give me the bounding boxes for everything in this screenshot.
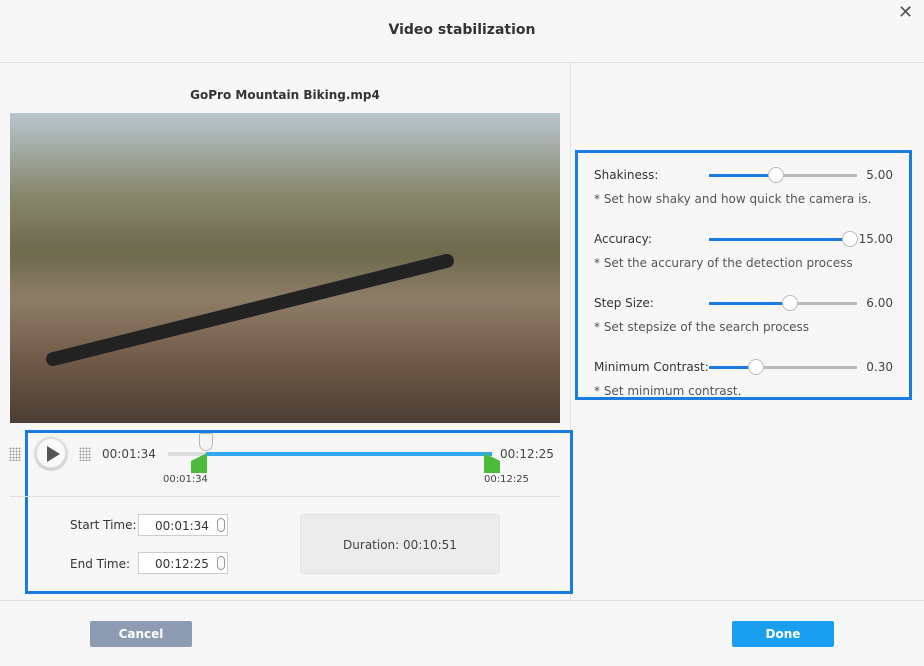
slider-knob[interactable] bbox=[767, 167, 784, 183]
play-icon bbox=[47, 446, 60, 462]
video-preview bbox=[10, 113, 560, 423]
divider bbox=[0, 600, 924, 601]
start-time-label: Start Time: bbox=[70, 518, 137, 532]
end-time-value: 00:12:25 bbox=[155, 557, 209, 571]
start-time-input[interactable]: 00:01:34 bbox=[138, 514, 228, 536]
setting-value: 5.00 bbox=[866, 168, 893, 182]
total-time: 00:12:25 bbox=[500, 447, 554, 461]
slider-fill bbox=[709, 302, 791, 305]
setting-label: Step Size: bbox=[594, 296, 654, 310]
close-icon[interactable]: ✕ bbox=[898, 2, 913, 23]
playhead-handle[interactable] bbox=[199, 433, 213, 451]
setting-hint: * Set how shaky and how quick the camera… bbox=[594, 192, 872, 206]
setting-slider[interactable] bbox=[709, 359, 857, 375]
setting-slider[interactable] bbox=[709, 295, 857, 311]
dialog-title: Video stabilization bbox=[388, 22, 536, 38]
setting-slider[interactable] bbox=[709, 231, 858, 247]
setting-label: Accuracy: bbox=[594, 232, 652, 246]
setting-hint: * Set the accurary of the detection proc… bbox=[594, 256, 853, 270]
duration-display: Duration: 00:10:51 bbox=[300, 514, 500, 574]
timeline-track[interactable] bbox=[168, 452, 206, 456]
play-button[interactable] bbox=[35, 437, 67, 469]
current-time: 00:01:34 bbox=[102, 447, 156, 461]
duration-value: 00:10:51 bbox=[403, 538, 457, 552]
divider bbox=[0, 62, 924, 63]
setting-slider[interactable] bbox=[709, 167, 857, 183]
end-time-label: End Time: bbox=[70, 557, 131, 571]
setting-label: Shakiness: bbox=[594, 168, 659, 182]
cancel-button[interactable]: Cancel bbox=[90, 621, 192, 647]
setting-value: 0.30 bbox=[866, 360, 893, 374]
slider-fill bbox=[709, 238, 850, 241]
setting-value: 15.00 bbox=[858, 232, 893, 246]
setting-hint: * Set stepsize of the search process bbox=[594, 320, 810, 334]
setting-value: 6.00 bbox=[866, 296, 893, 310]
video-filename: GoPro Mountain Biking.mp4 bbox=[190, 88, 380, 102]
setting-label: Minimum Contrast: bbox=[594, 360, 709, 374]
spinner-icon[interactable] bbox=[217, 518, 225, 532]
slider-fill bbox=[709, 174, 776, 177]
end-marker-time: 00:12:25 bbox=[484, 474, 529, 485]
done-button[interactable]: Done bbox=[732, 621, 834, 647]
divider bbox=[10, 496, 560, 497]
end-time-input[interactable]: 00:12:25 bbox=[138, 552, 228, 574]
grip-icon bbox=[79, 447, 91, 461]
setting-hint: * Set minimum contrast. bbox=[594, 384, 742, 398]
grip-icon bbox=[9, 447, 21, 461]
spinner-icon[interactable] bbox=[217, 556, 225, 570]
start-marker-time: 00:01:34 bbox=[163, 474, 208, 485]
duration-label: Duration: bbox=[343, 538, 400, 552]
start-time-value: 00:01:34 bbox=[155, 519, 209, 533]
timeline-selection[interactable] bbox=[206, 452, 492, 456]
